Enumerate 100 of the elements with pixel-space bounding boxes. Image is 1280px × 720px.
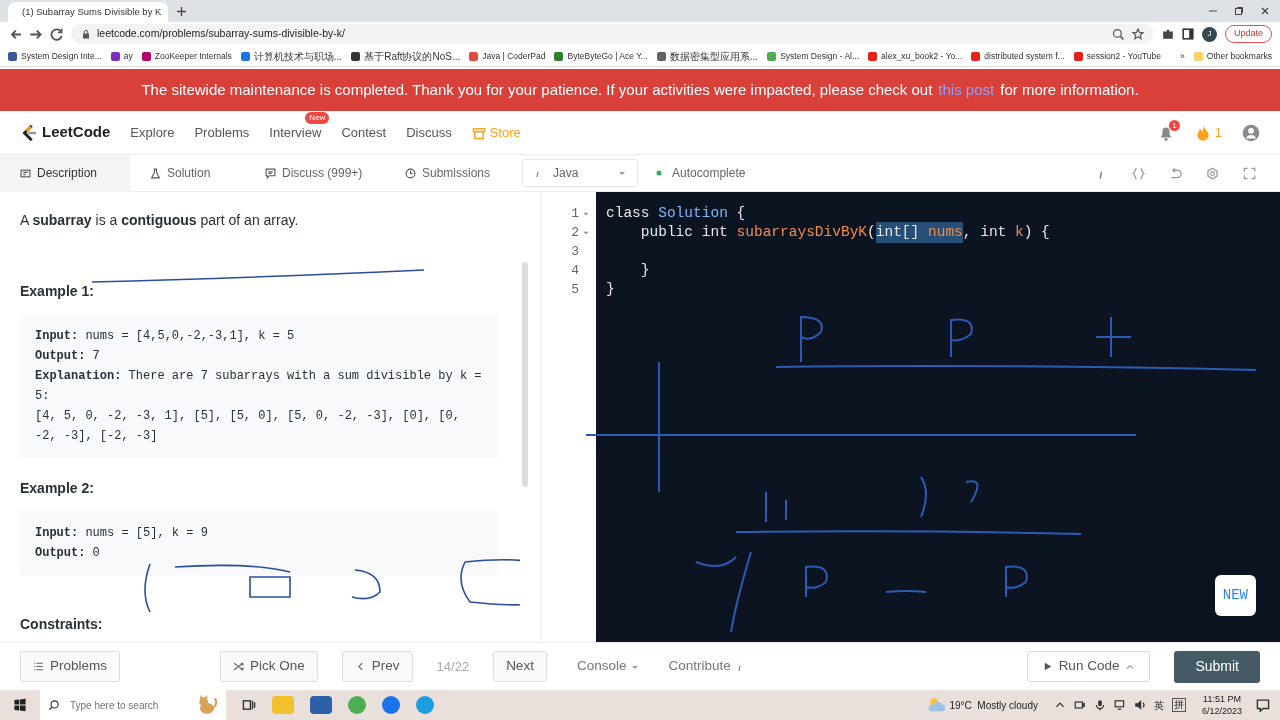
progress-counter: 14/22 xyxy=(436,657,470,676)
example-line: Input: nums = [4,5,0,-2,-3,1], k = 5 xyxy=(35,328,296,345)
nav-link[interactable]: Discuss xyxy=(406,124,452,140)
tab-title: (1) Subarray Sums Divisible by K xyxy=(22,4,162,19)
zoom-app-icon[interactable] xyxy=(382,696,400,714)
network-icon[interactable] xyxy=(1113,699,1126,711)
panel-tab[interactable]: Description xyxy=(0,154,130,192)
nav-link[interactable]: Contest xyxy=(341,124,387,140)
example-title: Example 2: xyxy=(20,479,95,498)
bookmark-item[interactable]: System Design - Al... xyxy=(767,49,860,63)
input-language[interactable]: 英 xyxy=(1153,697,1164,713)
more-bookmarks[interactable]: » xyxy=(1180,49,1185,63)
chat-icon xyxy=(265,167,276,179)
contribute-button[interactable]: Contribute xyxy=(662,655,751,678)
address-bar[interactable]: leetcode.com/problems/subarray-sums-divisible-by-k/ xyxy=(71,24,1154,44)
clock-date: 6/12/2023 xyxy=(1201,705,1242,717)
logo-icon xyxy=(20,123,38,142)
next-button[interactable]: Next xyxy=(493,651,547,682)
line-number: 4 xyxy=(570,261,580,280)
problems-button[interactable]: Problems xyxy=(20,651,121,682)
line-number: 3 xyxy=(570,242,580,261)
weather-widget[interactable]: 19°C Mostly cloudy xyxy=(927,696,1038,714)
star-icon[interactable] xyxy=(1131,28,1144,40)
maximize-icon[interactable] xyxy=(1234,6,1244,16)
bookmark-item[interactable]: alex_xu_book2 - Yo... xyxy=(868,49,963,63)
banner-text: The sitewide maintenance is completed. Thank you for your patience. If your activities were impacted, please check out xyxy=(141,79,933,100)
bookmark-item[interactable]: ZooKeeper Internals xyxy=(141,49,232,63)
panel-tab[interactable]: Submissions xyxy=(385,154,511,192)
example-line: Output: 7 xyxy=(35,348,101,365)
bookmark-item[interactable]: 数据密集型应用系... xyxy=(656,48,759,64)
bookmark-item[interactable]: ay xyxy=(110,49,133,63)
language-dropdown[interactable]: Java xyxy=(522,159,639,187)
taskbar-search-field[interactable]: Type here to search xyxy=(40,690,226,720)
notification-count: 1 xyxy=(1169,119,1180,131)
store-app-icon[interactable] xyxy=(310,696,332,714)
scrollbar[interactable] xyxy=(522,262,528,487)
browser-tab[interactable]: (1) Subarray Sums Divisible by K xyxy=(8,2,168,22)
example-line: Explanation: There are 7 subarrays with a sum divisible by k = 5: xyxy=(35,368,483,405)
nav-link[interactable]: Problems xyxy=(194,124,250,140)
nav-link[interactable]: Interview xyxy=(269,124,322,140)
bookmark-item[interactable]: 基于Raft协议的NoS... xyxy=(351,48,461,64)
profile-avatar[interactable]: J xyxy=(1201,26,1217,42)
volume-icon[interactable] xyxy=(1133,699,1146,711)
search-input[interactable]: Type here to search xyxy=(68,696,188,714)
reload-icon[interactable] xyxy=(50,27,63,41)
folder-icon xyxy=(1193,51,1203,61)
fullscreen-icon[interactable] xyxy=(1243,166,1256,180)
back-icon[interactable] xyxy=(8,27,21,41)
close-icon[interactable] xyxy=(1260,6,1270,16)
search-icon xyxy=(48,699,60,711)
panel-tab[interactable]: Solution xyxy=(130,154,245,192)
fire-icon xyxy=(1194,124,1211,141)
microphone-icon[interactable] xyxy=(1093,699,1106,711)
bookmark-item[interactable]: 计算机技术与职场... xyxy=(240,48,343,64)
submit-button[interactable]: Submit xyxy=(1174,650,1260,683)
bookmark-item[interactable]: ByteByteGo | Ace Y... xyxy=(554,49,648,63)
other-bookmarks[interactable]: Other bookmarks xyxy=(1193,49,1272,63)
bookmark-item[interactable]: Java | CoderPad xyxy=(469,49,546,63)
console-button[interactable]: Console xyxy=(570,655,647,678)
task-view-icon[interactable] xyxy=(242,698,256,712)
braces-icon[interactable] xyxy=(1132,166,1145,180)
pick-one-button[interactable]: Pick One xyxy=(220,651,318,682)
prev-button[interactable]: Prev xyxy=(341,651,413,682)
windows-icon xyxy=(13,698,27,712)
list-icon xyxy=(33,661,44,672)
extensions-icon[interactable] xyxy=(1161,28,1174,40)
cat-icon xyxy=(196,694,218,716)
leetcode-logo[interactable]: LeetCode xyxy=(20,121,111,144)
new-button[interactable]: NEW xyxy=(1214,575,1256,616)
new-badge: New xyxy=(305,111,330,124)
nav-link[interactable]: Explore xyxy=(130,124,175,140)
update-button[interactable]: Update xyxy=(1224,25,1272,43)
run-code-button[interactable]: Run Code xyxy=(1026,651,1151,682)
notification-icon[interactable] xyxy=(1256,698,1270,712)
settings-icon[interactable] xyxy=(1206,166,1219,180)
clock-time: 11:51 PM xyxy=(1202,693,1242,705)
store-icon xyxy=(471,125,486,140)
new-tab-icon[interactable] xyxy=(176,6,187,17)
camera-icon[interactable] xyxy=(1073,699,1086,711)
shuffle-icon xyxy=(233,661,245,672)
forward-icon[interactable] xyxy=(29,27,42,41)
line-number: 1 xyxy=(541,204,596,223)
code-line: } xyxy=(606,280,616,299)
panel-tab[interactable]: Discuss (999+) xyxy=(245,154,385,192)
bookmark-item[interactable]: System Design Inte... xyxy=(8,49,102,63)
line-number: 5 xyxy=(570,280,580,299)
bookmark-item[interactable]: session2 - YouTube xyxy=(1073,49,1161,63)
url-text: leetcode.com/problems/subarray-sums-divisible-by-k/ xyxy=(97,26,345,42)
autocomplete-toggle[interactable]: Autocomplete xyxy=(654,164,746,182)
side-panel-icon[interactable] xyxy=(1181,28,1194,40)
banner-text: for more information. xyxy=(1000,79,1139,100)
code-line: public int subarraysDivByK(int[] nums, int k) { xyxy=(606,223,1280,242)
weather-icon xyxy=(927,696,946,714)
code-line: } xyxy=(639,261,651,280)
reset-icon[interactable] xyxy=(1169,166,1182,180)
bookmark-item[interactable]: distributed system f... xyxy=(971,49,1065,63)
input-mode[interactable]: 拼 xyxy=(1171,698,1186,712)
avatar-icon[interactable] xyxy=(1242,123,1260,142)
zoom-icon[interactable] xyxy=(1111,28,1124,40)
description-paragraph: A subarray is a contiguous part of an array. xyxy=(20,211,300,230)
